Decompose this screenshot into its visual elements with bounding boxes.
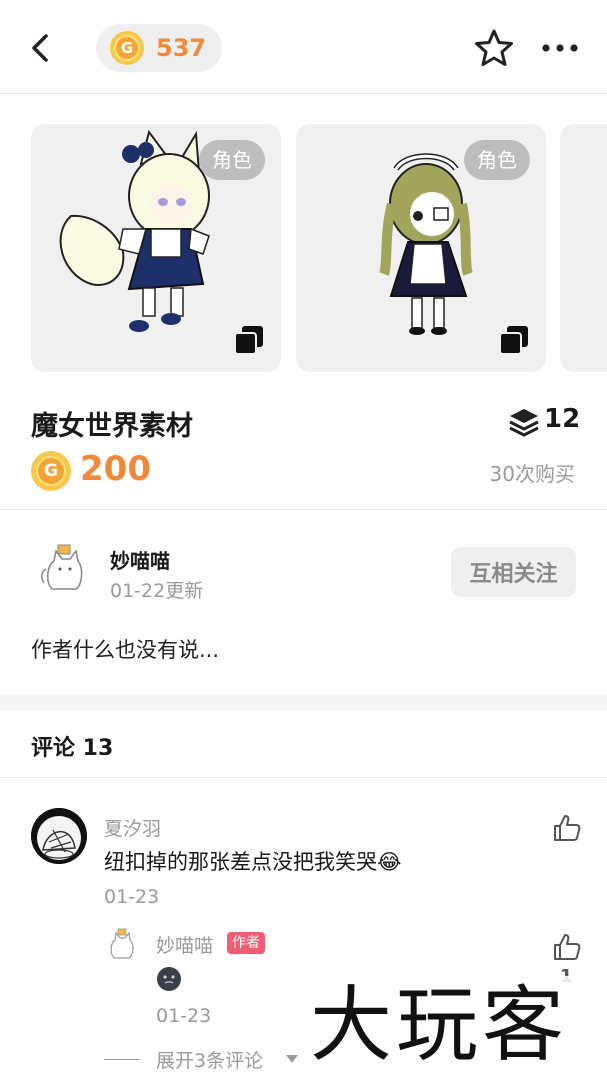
comments-title: 评论 13 [31, 736, 114, 761]
top-bar: G 537 [0, 0, 607, 94]
expand-divider [104, 1059, 140, 1060]
coin-balance: 537 [156, 34, 207, 62]
commenter-name[interactable]: 夏汐羽 [104, 814, 161, 841]
like-thumb-icon[interactable] [552, 813, 582, 843]
divider [0, 777, 607, 778]
section-separator [0, 694, 607, 710]
watermark: 大玩客 [306, 976, 573, 1076]
comment-date: 01-23 [104, 886, 160, 908]
card-tag: 角色 [199, 140, 265, 180]
item-count: 12 [544, 404, 581, 434]
reply-avatar[interactable] [106, 928, 138, 960]
author-avatar[interactable] [40, 543, 88, 593]
commenter-avatar[interactable] [31, 808, 87, 864]
product-price: 200 [80, 449, 151, 489]
product-title: 魔女世界素材 [31, 411, 193, 442]
author-name[interactable]: 妙喵喵 [110, 545, 170, 574]
dark-face-emoji-icon [157, 967, 181, 991]
multi-image-icon [499, 326, 528, 355]
card-tag: 角色 [464, 140, 530, 180]
asset-card[interactable]: 角色 [31, 124, 281, 372]
author-badge: 作者 [227, 932, 265, 954]
reply-author-name[interactable]: 妙喵喵 [156, 931, 213, 958]
coin-balance-pill[interactable]: G 537 [96, 24, 222, 72]
caret-down-icon [286, 1055, 298, 1063]
author-description: 作者什么也没有说... [31, 638, 220, 662]
commenter-avatar-image [31, 808, 87, 864]
layers-icon [509, 409, 539, 437]
purchase-count: 30次购买 [489, 462, 575, 486]
multi-image-icon [234, 326, 263, 355]
coin-icon: G [31, 451, 71, 491]
follow-button[interactable]: 互相关注 [451, 547, 576, 597]
more-options-icon[interactable] [540, 38, 580, 58]
expand-replies-link[interactable]: 展开3条评论 [156, 1046, 263, 1073]
reply-date: 01-23 [156, 1005, 212, 1027]
asset-card-partial[interactable] [560, 124, 607, 372]
coin-icon: G [110, 31, 144, 65]
comment-text: 纽扣掉的那张差点没把我笑哭😂 [104, 850, 402, 874]
back-arrow-icon[interactable] [26, 30, 58, 66]
asset-card-carousel[interactable]: 角色 角色 [0, 124, 607, 374]
favorite-star-icon[interactable] [474, 28, 514, 68]
asset-card[interactable]: 角色 [296, 124, 546, 372]
author-update-date: 01-22更新 [110, 580, 204, 602]
like-thumb-icon[interactable] [552, 932, 582, 962]
divider [0, 509, 607, 510]
